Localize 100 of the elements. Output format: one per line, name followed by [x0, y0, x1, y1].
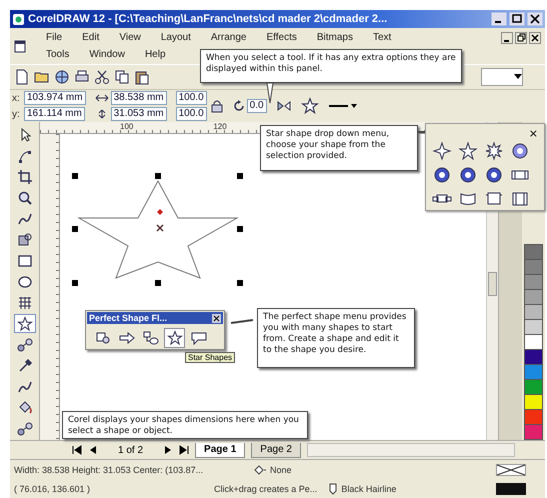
- close-icon[interactable]: [527, 12, 543, 26]
- color-swatch[interactable]: [524, 304, 543, 320]
- width-field[interactable]: 38.538 mm: [110, 91, 167, 105]
- paste-icon[interactable]: [134, 69, 150, 85]
- menu-item[interactable]: Effects: [256, 31, 307, 44]
- previous-page-icon[interactable]: [88, 445, 98, 455]
- menu-item[interactable]: Arrange: [200, 31, 256, 44]
- color-swatch[interactable]: [524, 289, 543, 305]
- selection-handle[interactable]: [155, 280, 161, 286]
- color-swatch[interactable]: [524, 379, 543, 395]
- scale-width-field[interactable]: 100.0: [176, 91, 207, 105]
- menu-item[interactable]: View: [109, 31, 151, 44]
- graph-paper-icon[interactable]: [16, 294, 32, 310]
- menu-item[interactable]: Edit: [72, 31, 110, 44]
- first-page-icon[interactable]: [72, 445, 82, 455]
- burst-icon[interactable]: [484, 141, 504, 161]
- rotate-icon: [232, 100, 245, 112]
- badge-icon[interactable]: [510, 141, 530, 161]
- menu-item[interactable]: Help: [134, 48, 176, 61]
- speech-callout-icon[interactable]: [190, 330, 206, 346]
- smart-fill-icon[interactable]: [16, 232, 32, 248]
- selection-handle[interactable]: [72, 173, 78, 179]
- rotation-field[interactable]: 0.0: [246, 99, 267, 113]
- color-swatch[interactable]: [524, 244, 543, 260]
- flowchart-icon[interactable]: [142, 330, 158, 346]
- color-swatch[interactable]: [524, 259, 543, 275]
- menu-item[interactable]: Bitmaps: [306, 31, 363, 44]
- selection-handle[interactable]: [237, 280, 243, 286]
- star-icon[interactable]: [166, 330, 182, 346]
- eyedropper-icon[interactable]: [16, 358, 32, 374]
- color-swatch[interactable]: [524, 319, 543, 335]
- star-icon[interactable]: [458, 141, 478, 161]
- color-swatch[interactable]: [524, 274, 543, 290]
- new-document-icon[interactable]: [14, 69, 30, 85]
- ellipse-icon[interactable]: [16, 274, 32, 290]
- menu-item[interactable]: Layout: [150, 31, 201, 44]
- ruler-label: 120: [213, 122, 227, 131]
- block-arrow-icon[interactable]: [118, 330, 134, 346]
- blend-icon[interactable]: [16, 336, 32, 352]
- color-swatch[interactable]: [524, 349, 543, 365]
- scissors-icon[interactable]: [94, 69, 110, 85]
- globe-icon[interactable]: [54, 69, 70, 85]
- paint-bucket-icon[interactable]: [16, 400, 32, 416]
- last-page-icon[interactable]: [179, 445, 190, 455]
- scroll-thumb[interactable]: [488, 272, 497, 296]
- color-swatch[interactable]: [524, 334, 543, 350]
- selection-handle[interactable]: [72, 280, 78, 286]
- minimize-icon[interactable]: [491, 12, 507, 26]
- minimize-icon[interactable]: [501, 32, 513, 44]
- position-x-field[interactable]: 103.974 mm: [24, 91, 86, 105]
- badge-icon[interactable]: [432, 165, 452, 185]
- maximize-icon[interactable]: [509, 12, 525, 26]
- pen-nib-icon: [329, 482, 338, 494]
- next-page-icon[interactable]: [163, 445, 174, 455]
- color-swatch[interactable]: [524, 409, 543, 425]
- zoom-level-dropdown[interactable]: [481, 68, 523, 86]
- copy-icon[interactable]: [114, 69, 130, 85]
- horizontal-scrollbar[interactable]: [306, 443, 515, 457]
- callout-note: When you select a tool. If it has any extra options they are displayed within this panel.: [200, 49, 462, 83]
- document-icon[interactable]: [14, 40, 26, 52]
- badge-icon[interactable]: [458, 165, 478, 185]
- rectangle-icon[interactable]: [16, 252, 32, 268]
- mirror-icon[interactable]: [276, 98, 292, 114]
- outline-color-swatch: [496, 482, 526, 494]
- lock-icon[interactable]: [210, 99, 224, 113]
- four-point-star-icon[interactable]: [432, 141, 452, 161]
- color-swatch[interactable]: [524, 394, 543, 410]
- scale-height-field[interactable]: 100.0: [176, 107, 207, 121]
- tool-hint: Click+drag creates a Pe...: [214, 484, 318, 494]
- rotation-center-icon: [157, 209, 163, 215]
- color-swatch[interactable]: [524, 364, 543, 380]
- menu-item[interactable]: File: [36, 31, 72, 44]
- star-shape[interactable]: [77, 180, 239, 279]
- star-outline-icon[interactable]: [300, 97, 319, 115]
- menu-item[interactable]: Window: [79, 48, 135, 61]
- page-tab[interactable]: Page 2: [251, 442, 301, 458]
- basic-shapes-icon[interactable]: [94, 330, 110, 346]
- window-title: CorelDRAW 12 - [C:\Teaching\LanFranc\nets\cd mader 2\cdmader 2...: [28, 13, 388, 25]
- selection-handle[interactable]: [72, 226, 78, 232]
- star-icon[interactable]: [16, 316, 32, 332]
- restore-icon[interactable]: [515, 32, 527, 44]
- crop-icon[interactable]: [16, 168, 32, 184]
- color-swatch[interactable]: [524, 424, 543, 440]
- menu-item[interactable]: Text: [362, 31, 402, 44]
- badge-icon[interactable]: [484, 165, 504, 185]
- close-icon[interactable]: [212, 314, 221, 322]
- page-tab[interactable]: Page 1: [195, 442, 246, 458]
- selection-handle[interactable]: [155, 173, 161, 179]
- position-y-field[interactable]: 161.114 mm: [24, 107, 85, 121]
- callout-note: Star shape drop down menu, choose your shape from the selection provided.: [260, 125, 418, 171]
- height-field[interactable]: 31.053 mm: [110, 107, 167, 121]
- field-label: x:: [12, 92, 21, 104]
- close-icon[interactable]: [529, 32, 541, 44]
- selection-handle[interactable]: [237, 173, 243, 179]
- selection-handle[interactable]: [237, 226, 243, 232]
- cursor-position: ( 76.016, 136.601 ): [14, 484, 92, 494]
- magnifier-icon[interactable]: [16, 190, 32, 206]
- close-button[interactable]: ×: [432, 128, 538, 139]
- blend-icon[interactable]: [16, 420, 32, 436]
- menu-item[interactable]: Tools: [36, 48, 80, 61]
